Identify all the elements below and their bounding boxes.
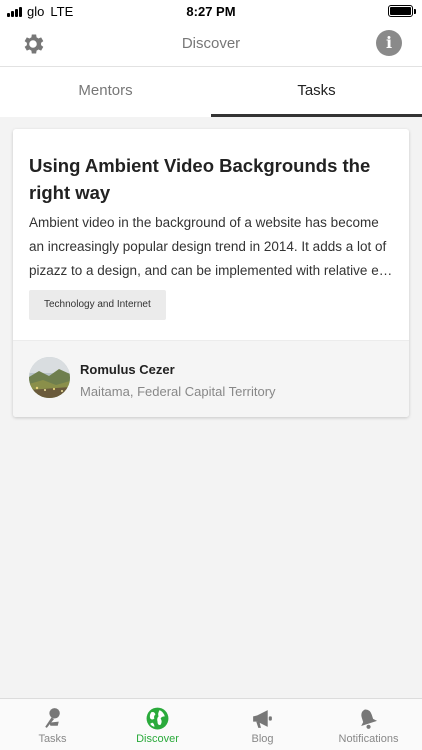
task-description-line: pizazz to a design, and can be implement…: [29, 263, 395, 278]
author-location: Maitama, Federal Capital Territory: [80, 384, 276, 399]
category-tag[interactable]: Technology and Internet: [29, 290, 166, 320]
bottom-tab-discover[interactable]: Discover: [105, 699, 210, 750]
megaphone-icon: [253, 710, 272, 728]
bottom-tab-notifications[interactable]: Notifications: [315, 699, 422, 750]
nav-bar: Discover i: [0, 22, 422, 67]
active-tab-indicator: [211, 114, 422, 117]
avatar: [29, 357, 70, 398]
task-description-line: Ambient video in the background of a web…: [29, 215, 379, 230]
pin-icon: [45, 708, 60, 728]
bottom-tab-tasks[interactable]: Tasks: [0, 699, 105, 750]
globe-icon: [146, 707, 169, 730]
info-icon[interactable]: i: [376, 30, 402, 56]
bell-icon: [361, 709, 378, 729]
bottom-tab-label: Notifications: [338, 733, 399, 745]
status-bar: glo LTE 8:27 PM: [0, 0, 422, 22]
page-title: Discover: [181, 35, 241, 52]
tab-tasks[interactable]: Tasks: [211, 67, 422, 117]
status-time: 8:27 PM: [186, 4, 236, 19]
tab-mentors[interactable]: Mentors: [0, 67, 211, 117]
author-row[interactable]: Romulus Cezer Maitama, Federal Capital T…: [13, 340, 409, 417]
battery-icon: [388, 5, 416, 17]
bottom-tab-label: Blog: [251, 733, 274, 745]
bottom-tab-blog[interactable]: Blog: [210, 699, 315, 750]
task-title: Using Ambient Video Backgrounds the righ…: [29, 155, 371, 203]
task-description: Ambient video in the background of a web…: [29, 211, 395, 283]
author-name: Romulus Cezer: [80, 362, 175, 377]
bottom-tab-label: Tasks: [38, 733, 67, 745]
segment-tabs: Mentors Tasks: [0, 67, 422, 117]
bottom-tab-bar: Tasks Discover Blog Notifications: [0, 698, 422, 750]
task-card[interactable]: Using Ambient Video Backgrounds the righ…: [13, 129, 409, 417]
task-description-line: an increasingly popular design trend in …: [29, 239, 387, 254]
bottom-tab-label: Discover: [136, 733, 179, 745]
